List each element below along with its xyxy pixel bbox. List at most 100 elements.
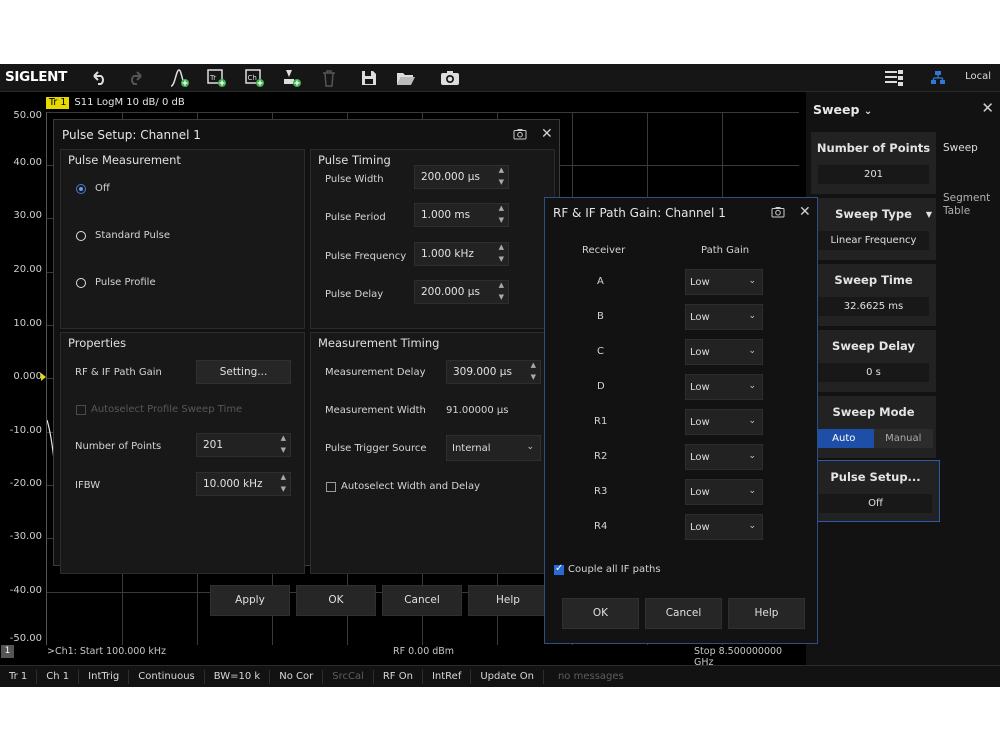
panel-title[interactable]: Sweep ⌄ — [813, 102, 872, 117]
save-icon[interactable] — [357, 67, 381, 89]
status-update[interactable]: Update On — [471, 669, 544, 684]
path-gain-select[interactable]: Low ⌄ — [685, 479, 763, 505]
sweep-mode-softkey[interactable]: Sweep Mode Auto Manual — [811, 396, 936, 458]
path-gain-select[interactable]: Low ⌄ — [685, 269, 763, 295]
increment-icon[interactable]: ▲ — [531, 361, 536, 369]
autoselect-width-delay-checkbox[interactable] — [326, 482, 336, 492]
help-button[interactable]: Help — [468, 585, 548, 616]
trace-tag[interactable]: Tr 1 — [46, 96, 70, 109]
start-frequency-label[interactable]: >Ch1: Start 100.000 kHz — [47, 646, 166, 657]
ifbw-field[interactable]: 10.000 kHz ▲ ▼ — [196, 472, 291, 496]
increment-icon[interactable]: ▲ — [499, 281, 504, 289]
add-marker-icon[interactable] — [280, 67, 304, 89]
status-trigger[interactable]: IntTrig — [79, 669, 130, 684]
couple-if-paths-label[interactable]: Couple all IF paths — [568, 564, 661, 575]
sweep-type-softkey[interactable]: Sweep Type ▼ Linear Frequency — [811, 198, 936, 260]
status-bandwidth[interactable]: BW=10 k — [205, 669, 271, 684]
close-icon[interactable]: ✕ — [799, 204, 811, 220]
radio-profile-label[interactable]: Pulse Profile — [95, 277, 156, 288]
open-folder-icon[interactable] — [394, 67, 418, 89]
radio-standard-pulse[interactable] — [76, 231, 86, 241]
path-gain-select[interactable]: Low ⌄ — [685, 409, 763, 435]
status-correction[interactable]: No Cor — [270, 669, 324, 684]
pulse-width-field[interactable]: 200.000 µs ▲ ▼ — [414, 165, 509, 189]
trigger-source-select[interactable]: Internal ⌄ — [446, 435, 541, 461]
side-tab-sweep[interactable]: Sweep — [943, 142, 978, 155]
measurement-delay-field[interactable]: 309.000 µs ▲ ▼ — [446, 360, 541, 384]
layout-menu-icon[interactable] — [882, 67, 906, 89]
path-gain-select[interactable]: Low ⌄ — [685, 514, 763, 540]
manual-option[interactable]: Manual — [873, 429, 933, 448]
setting-button[interactable]: Setting... — [196, 360, 291, 384]
path-gain-select[interactable]: Low ⌄ — [685, 339, 763, 365]
close-icon[interactable]: ✕ — [981, 99, 994, 117]
softkey-value[interactable]: 32.6625 ms — [818, 297, 929, 316]
auto-option[interactable]: Auto — [814, 429, 874, 448]
autoselect-width-delay-label[interactable]: Autoselect Width and Delay — [341, 481, 480, 492]
pulse-period-field[interactable]: 1.000 ms ▲ ▼ — [414, 203, 509, 227]
ok-button[interactable]: OK — [296, 585, 376, 616]
channel-number-badge[interactable]: 1 — [1, 645, 14, 658]
softkey-value[interactable]: Linear Frequency — [818, 231, 929, 250]
increment-icon[interactable]: ▲ — [499, 166, 504, 174]
trace-header[interactable]: Tr 1 S11 LogM 10 dB/ 0 dB — [46, 96, 185, 109]
path-gain-select[interactable]: Low ⌄ — [685, 444, 763, 470]
ok-button[interactable]: OK — [562, 598, 639, 629]
camera-icon[interactable] — [771, 206, 785, 222]
network-icon[interactable] — [926, 67, 950, 89]
autoselect-profile-checkbox[interactable] — [76, 405, 86, 415]
decrement-icon[interactable]: ▼ — [281, 485, 286, 493]
number-of-points-field[interactable]: 201 ▲ ▼ — [196, 433, 291, 457]
sweep-delay-softkey[interactable]: Sweep Delay 0 s — [811, 330, 936, 392]
radio-standard-label[interactable]: Standard Pulse — [95, 230, 170, 241]
path-gain-select[interactable]: Low ⌄ — [685, 304, 763, 330]
new-trace-window-icon[interactable]: Tr — [205, 67, 229, 89]
cancel-button[interactable]: Cancel — [382, 585, 462, 616]
pulse-frequency-field[interactable]: 1.000 kHz ▲ ▼ — [414, 242, 509, 266]
chevron-down-icon: ⌄ — [748, 346, 756, 356]
status-trace[interactable]: Tr 1 — [0, 669, 38, 684]
status-srccal[interactable]: SrcCal — [323, 669, 374, 684]
decrement-icon[interactable]: ▼ — [281, 446, 286, 454]
power-label[interactable]: RF 0.00 dBm — [393, 646, 454, 657]
status-ref[interactable]: IntRef — [423, 669, 472, 684]
radio-pulse-profile[interactable] — [76, 278, 86, 288]
increment-icon[interactable]: ▲ — [281, 473, 286, 481]
decrement-icon[interactable]: ▼ — [499, 178, 504, 186]
undo-icon[interactable] — [87, 67, 111, 89]
redo-icon[interactable] — [124, 67, 148, 89]
pulse-width-label: Pulse Width — [325, 174, 384, 185]
sweep-mode-toggle[interactable]: Auto Manual — [814, 429, 933, 448]
help-button[interactable]: Help — [728, 598, 805, 629]
path-gain-select[interactable]: Low ⌄ — [685, 374, 763, 400]
sweep-time-softkey[interactable]: Sweep Time 32.6625 ms — [811, 264, 936, 326]
decrement-icon[interactable]: ▼ — [499, 293, 504, 301]
radio-off[interactable] — [76, 184, 86, 194]
pulse-delay-field[interactable]: 200.000 µs ▲ ▼ — [414, 280, 509, 304]
add-trace-icon[interactable] — [168, 67, 192, 89]
decrement-icon[interactable]: ▼ — [499, 216, 504, 224]
delete-icon[interactable] — [317, 67, 341, 89]
new-channel-icon[interactable]: Ch — [243, 67, 267, 89]
side-tab-segment-table[interactable]: Segment Table — [943, 192, 990, 218]
increment-icon[interactable]: ▲ — [499, 243, 504, 251]
softkey-value[interactable]: 0 s — [818, 363, 929, 382]
decrement-icon[interactable]: ▼ — [499, 255, 504, 263]
apply-button[interactable]: Apply — [210, 585, 290, 616]
close-icon[interactable]: ✕ — [541, 126, 553, 142]
number-of-points-softkey[interactable]: Number of Points 201 — [811, 132, 936, 194]
camera-icon[interactable] — [513, 128, 527, 144]
couple-if-paths-checkbox[interactable] — [554, 563, 564, 575]
status-channel[interactable]: Ch 1 — [37, 669, 80, 684]
status-rf[interactable]: RF On — [374, 669, 423, 684]
pulse-setup-softkey[interactable]: Pulse Setup... Off — [811, 460, 940, 522]
increment-icon[interactable]: ▲ — [281, 434, 286, 442]
softkey-value[interactable]: Off — [819, 494, 932, 513]
decrement-icon[interactable]: ▼ — [531, 373, 536, 381]
softkey-value[interactable]: 201 — [818, 165, 929, 184]
radio-off-label[interactable]: Off — [95, 183, 110, 194]
cancel-button[interactable]: Cancel — [645, 598, 722, 629]
status-sweep[interactable]: Continuous — [129, 669, 205, 684]
increment-icon[interactable]: ▲ — [499, 204, 504, 212]
screenshot-camera-icon[interactable] — [438, 67, 462, 89]
